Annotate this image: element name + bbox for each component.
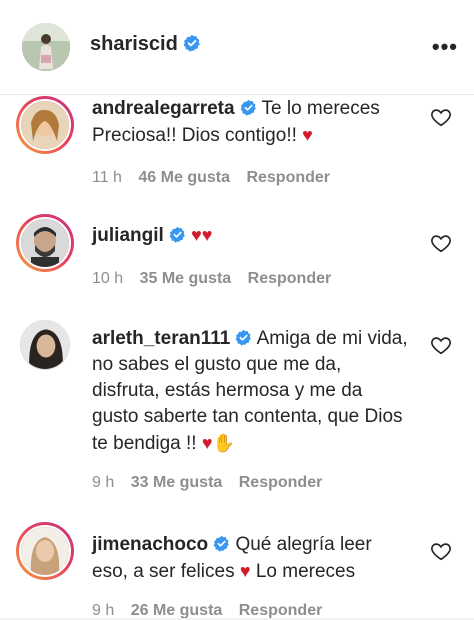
more-options-button[interactable]: ••• xyxy=(432,34,458,60)
like-heart-icon[interactable] xyxy=(430,540,452,562)
comment-username[interactable]: andrealegarreta xyxy=(92,98,235,119)
comment-likes[interactable]: 33 Me gusta xyxy=(131,474,223,491)
avatar[interactable] xyxy=(22,23,70,71)
comment-text: juliangil ♥♥ xyxy=(92,222,412,249)
reply-button[interactable]: Responder xyxy=(246,169,330,186)
avatar[interactable] xyxy=(16,214,74,272)
comment-time: 9 h xyxy=(92,474,115,491)
heart-emoji: ♥♥ xyxy=(191,225,213,245)
comment-body-after: Lo mereces xyxy=(255,561,356,582)
heart-emoji: ♥ xyxy=(302,125,313,145)
comment-time: 11 h xyxy=(92,169,122,186)
like-heart-icon[interactable] xyxy=(430,106,452,128)
comment-likes[interactable]: 26 Me gusta xyxy=(131,602,223,619)
profile-photo-icon xyxy=(22,23,70,71)
reply-button[interactable]: Responder xyxy=(248,270,332,287)
avatar[interactable] xyxy=(16,96,74,154)
comment-meta: 9 h 33 Me gusta Responder xyxy=(92,474,334,492)
verified-badge-icon xyxy=(169,226,185,243)
verified-badge-icon xyxy=(183,34,200,52)
comment-username[interactable]: juliangil xyxy=(92,225,164,246)
heart-emoji: ♥ xyxy=(239,561,251,581)
profile-photo-icon xyxy=(21,321,69,369)
like-heart-icon[interactable] xyxy=(430,334,452,356)
verified-badge-icon xyxy=(236,329,252,346)
verified-badge-icon xyxy=(213,535,229,552)
comment-username[interactable]: jimenachoco xyxy=(92,534,208,555)
comment-text: arleth_teran111 Amiga de mi vida, no sab… xyxy=(92,326,412,457)
header-username[interactable]: shariscid xyxy=(90,33,201,56)
header-username-text[interactable]: shariscid xyxy=(90,33,178,55)
comment-meta: 11 h 46 Me gusta Responder xyxy=(92,169,342,187)
comment-username[interactable]: arleth_teran111 xyxy=(92,328,230,349)
profile-photo-icon xyxy=(21,219,69,267)
reply-button[interactable]: Responder xyxy=(239,602,323,619)
verified-badge-icon xyxy=(240,99,256,116)
comment-likes[interactable]: 35 Me gusta xyxy=(140,270,232,287)
comment-item: jimenachoco Qué alegría leer eso, a ser … xyxy=(0,520,474,620)
comment-text: andrealegarreta Te lo mereces Preciosa!!… xyxy=(92,96,412,149)
avatar[interactable] xyxy=(16,522,74,580)
heart-hand-emoji: ♥✋ xyxy=(201,433,235,453)
comment-likes[interactable]: 46 Me gusta xyxy=(138,169,230,186)
reply-button[interactable]: Responder xyxy=(239,474,323,491)
comment-item: arleth_teran111 Amiga de mi vida, no sab… xyxy=(0,318,474,508)
comment-item: andrealegarreta Te lo mereces Preciosa!!… xyxy=(0,94,474,199)
comment-time: 9 h xyxy=(92,602,115,619)
comment-item: juliangil ♥♥ 10 h 35 Me gusta Responder xyxy=(0,212,474,302)
comment-meta: 10 h 35 Me gusta Responder xyxy=(92,270,343,288)
like-heart-icon[interactable] xyxy=(430,232,452,254)
profile-photo-icon xyxy=(21,527,69,575)
post-header: shariscid ••• xyxy=(0,0,474,95)
profile-photo-icon xyxy=(21,101,69,149)
avatar[interactable] xyxy=(20,320,70,370)
comment-time: 10 h xyxy=(92,270,124,287)
comment-text: jimenachoco Qué alegría leer eso, a ser … xyxy=(92,532,412,585)
